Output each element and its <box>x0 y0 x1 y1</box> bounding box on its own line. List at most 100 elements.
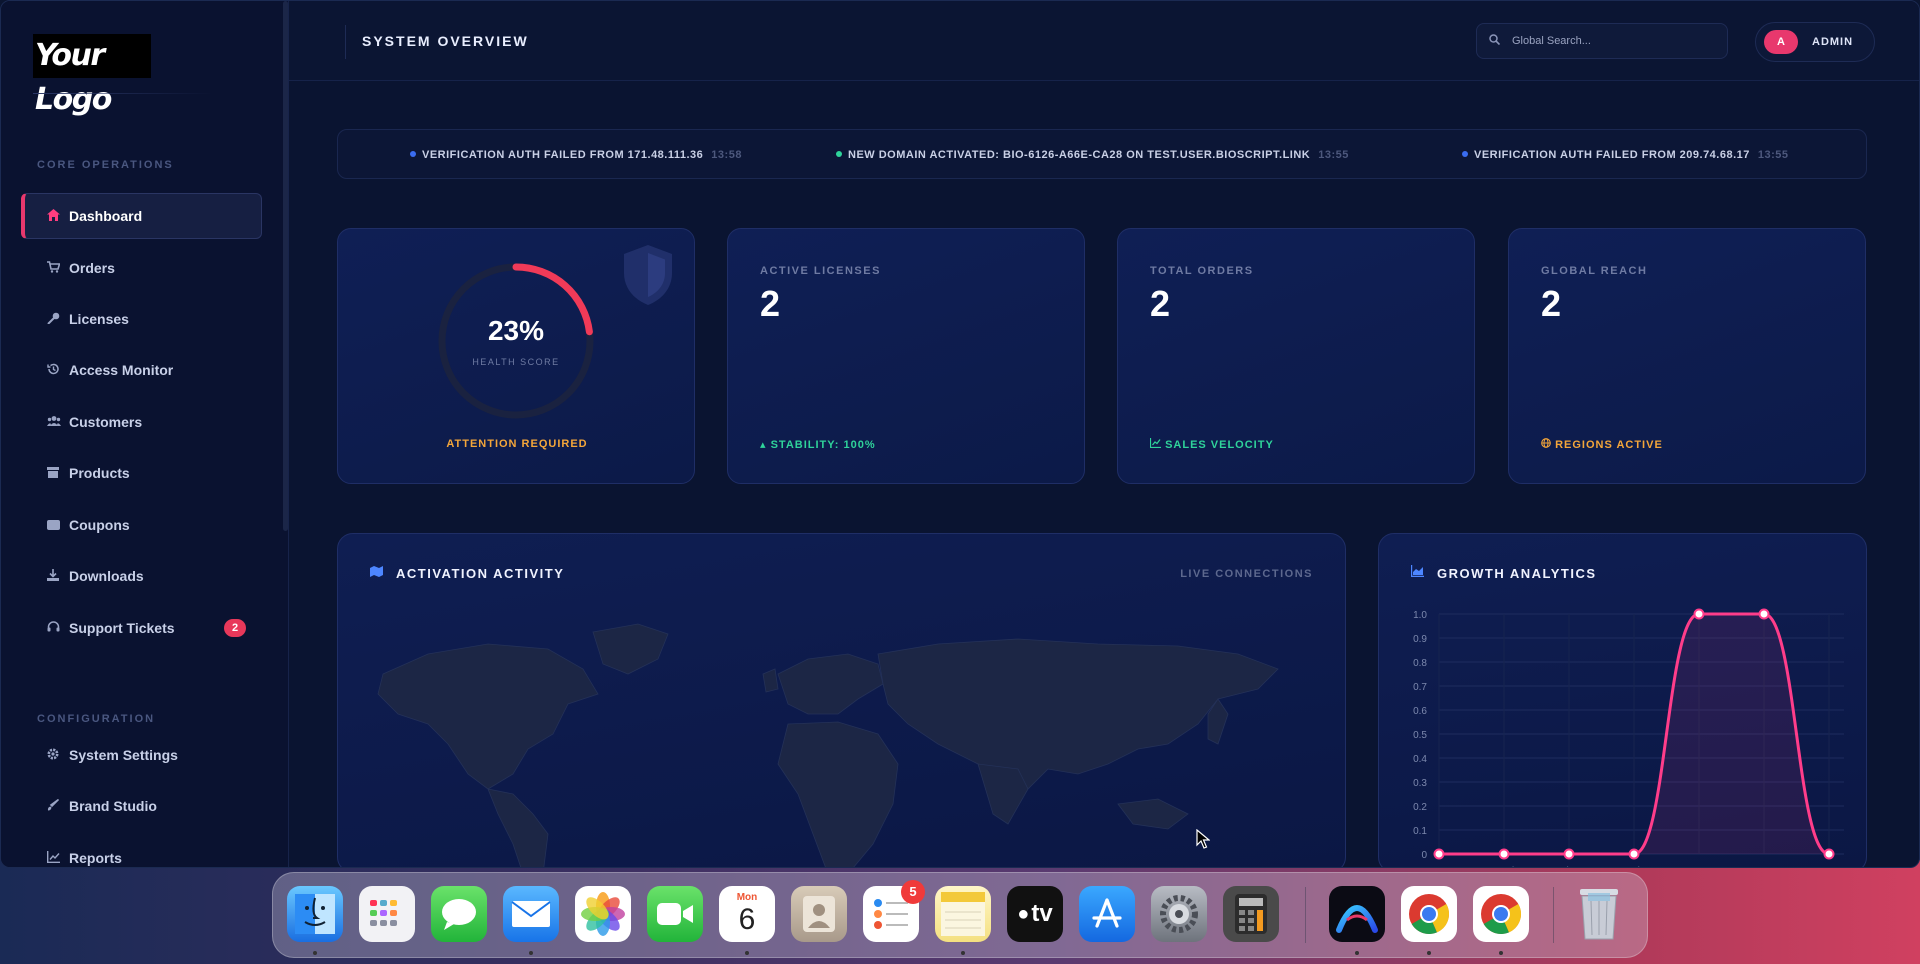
page-title: SYSTEM OVERVIEW <box>362 33 529 49</box>
y-tick-label: 1.0 <box>1413 610 1427 621</box>
sidebar-item-label: Licenses <box>69 311 129 327</box>
history-icon <box>47 363 69 378</box>
download-icon <box>47 568 69 584</box>
data-point[interactable] <box>1498 848 1510 860</box>
running-indicator <box>529 951 533 955</box>
x-tick-label: Thu <box>1560 866 1577 868</box>
dock-separator <box>1553 887 1554 943</box>
world-map <box>377 623 1279 867</box>
ticket-icon <box>47 518 69 533</box>
sidebar-item-licenses[interactable]: Licenses <box>21 296 262 342</box>
photos-icon[interactable] <box>575 886 631 942</box>
running-indicator <box>745 951 749 955</box>
sidebar-item-support-tickets[interactable]: Support Tickets 2 <box>21 605 262 651</box>
growth-line-chart: 0 0.1 0.2 0.3 0.4 0.5 0.6 0.7 0.8 0.9 1.0 Tue Wed Thu… <box>1413 608 1844 868</box>
sidebar-item-label: Orders <box>69 260 115 276</box>
stat-label: ACTIVE LICENSES <box>760 265 881 277</box>
y-tick-label: 0.2 <box>1413 802 1427 813</box>
sidebar-item-reports[interactable]: Reports <box>21 835 262 867</box>
messages-icon[interactable] <box>431 886 487 942</box>
ticker-item: NEW DOMAIN ACTIVATED: BIO-6126-A66E-CA28… <box>836 149 1349 161</box>
data-point[interactable] <box>1823 848 1835 860</box>
data-point[interactable] <box>1693 608 1705 620</box>
notes-icon[interactable] <box>935 886 991 942</box>
apple-tv-icon[interactable]: ● tv <box>1007 886 1063 942</box>
cart-icon <box>47 260 69 276</box>
trash-icon[interactable] <box>1571 886 1627 942</box>
running-indicator <box>961 951 965 955</box>
apple-logo-icon: ● <box>1017 902 1030 925</box>
app-store-icon[interactable] <box>1079 886 1135 942</box>
y-tick-label: 0.4 <box>1413 754 1427 765</box>
y-tick-label: 0.5 <box>1413 730 1427 741</box>
brand-logo[interactable]: Your Logo <box>33 34 151 117</box>
mail-icon[interactable] <box>503 886 559 942</box>
ticker-item: VERIFICATION AUTH FAILED FROM 171.48.111… <box>410 149 742 161</box>
y-tick-label: 0.1 <box>1413 826 1427 837</box>
globe-icon <box>1541 438 1551 451</box>
health-card: 23% HEALTH SCORE ATTENTION REQUIRED <box>337 228 695 484</box>
sidebar-item-coupons[interactable]: Coupons <box>21 502 262 548</box>
launchpad-icon[interactable] <box>359 886 415 942</box>
stat-foot: ▴ STABILITY: 100% <box>760 439 876 451</box>
stat-value: 2 <box>1150 283 1171 324</box>
sidebar-item-label: System Settings <box>69 747 178 763</box>
y-tick-label: 0.8 <box>1413 658 1427 669</box>
users-icon <box>47 415 69 430</box>
arrow-up-icon: ▴ <box>760 439 771 451</box>
sidebar-item-label: Support Tickets <box>69 620 175 636</box>
data-point[interactable] <box>1563 848 1575 860</box>
stat-card-reach: GLOBAL REACH 2 REGIONS ACTIVE <box>1508 228 1866 484</box>
reminders-icon[interactable]: 5 <box>863 880 925 942</box>
sidebar-item-dashboard[interactable]: Dashboard <box>21 193 262 239</box>
stat-foot: REGIONS ACTIVE <box>1541 438 1663 451</box>
search-input[interactable] <box>1512 35 1712 47</box>
sidebar-item-label: Brand Studio <box>69 798 157 814</box>
sidebar-item-customers[interactable]: Customers <box>21 399 262 445</box>
sidebar-item-system-settings[interactable]: System Settings <box>21 732 262 778</box>
chrome-icon[interactable] <box>1473 886 1529 942</box>
global-search[interactable] <box>1476 23 1728 59</box>
sidebar-item-brand-studio[interactable]: Brand Studio <box>21 783 262 829</box>
stat-value: 2 <box>1541 283 1562 324</box>
mouse-cursor-icon <box>1196 829 1210 849</box>
sidebar-item-label: Customers <box>69 414 143 430</box>
user-menu[interactable]: A ADMIN <box>1755 22 1875 62</box>
calendar-icon[interactable]: Mon 6 <box>719 886 775 942</box>
arc-app-icon[interactable] <box>1329 886 1385 942</box>
activity-ticker: VERIFICATION AUTH FAILED FROM 171.48.111… <box>337 129 1867 179</box>
finder-icon[interactable] <box>287 886 343 942</box>
health-sub-label: HEALTH SCORE <box>472 357 560 367</box>
box-icon <box>47 466 69 481</box>
calculator-icon[interactable] <box>1223 886 1279 942</box>
data-point[interactable] <box>1628 848 1640 860</box>
topbar-divider <box>345 25 346 59</box>
user-label: ADMIN <box>1812 36 1854 48</box>
chrome-icon[interactable] <box>1401 886 1457 942</box>
y-tick-label: 0.9 <box>1413 634 1427 645</box>
facetime-icon[interactable] <box>647 886 703 942</box>
sidebar-scrollbar[interactable] <box>283 1 288 531</box>
avatar: A <box>1764 30 1798 54</box>
sidebar-item-label: Dashboard <box>69 208 143 224</box>
sidebar-item-label: Reports <box>69 850 122 866</box>
trend-icon <box>1149 438 1161 451</box>
sidebar-item-label: Downloads <box>69 568 144 584</box>
health-percent: 23% <box>487 315 545 346</box>
support-badge: 2 <box>224 619 246 637</box>
section-label-config: CONFIGURATION <box>37 713 156 725</box>
data-point[interactable] <box>1433 848 1445 860</box>
sidebar-item-label: Coupons <box>69 517 130 533</box>
shield-icon <box>624 245 672 305</box>
status-dot <box>1462 151 1468 157</box>
x-tick-label: Fri <box>1628 866 1640 868</box>
x-tick-label: Tue <box>1431 866 1448 868</box>
sidebar-item-products[interactable]: Products <box>21 450 262 496</box>
sidebar-item-access-monitor[interactable]: Access Monitor <box>21 347 262 393</box>
contacts-icon[interactable] <box>791 886 847 942</box>
sidebar-item-downloads[interactable]: Downloads <box>21 553 262 599</box>
data-point[interactable] <box>1758 608 1770 620</box>
sidebar-item-orders[interactable]: Orders <box>21 245 262 291</box>
running-indicator <box>1355 951 1359 955</box>
system-preferences-icon[interactable] <box>1151 886 1207 942</box>
